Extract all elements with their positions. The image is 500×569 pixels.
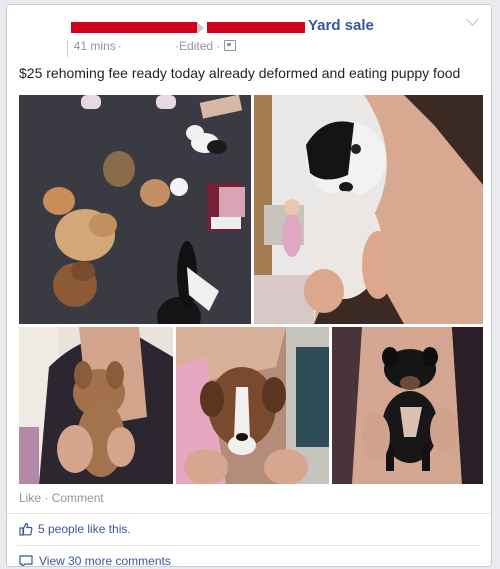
- view-more-comments-text: View 30 more comments: [39, 554, 171, 567]
- group-audience-icon[interactable]: [224, 40, 237, 51]
- comment-bubble-icon: [19, 554, 33, 566]
- divider: [17, 545, 481, 546]
- thumbs-up-icon: [19, 522, 33, 536]
- post-card: Yard sale 41 mins · ·Edited · $25 rehomin…: [6, 4, 492, 567]
- view-more-comments-link[interactable]: View 30 more comments: [19, 554, 171, 567]
- brown-puppy-held-photo[interactable]: [19, 327, 173, 484]
- black-white-puppy-held-photo[interactable]: [254, 95, 483, 324]
- divider: [7, 513, 491, 514]
- brown-white-puppy-photo[interactable]: [176, 327, 329, 484]
- photo-grid: [19, 95, 483, 485]
- group-name-link[interactable]: Yard sale: [308, 17, 374, 34]
- post-header: Yard sale 41 mins · ·Edited ·: [19, 13, 481, 57]
- arrow-icon: [197, 22, 204, 34]
- likes-text: 5 people like this.: [38, 522, 131, 536]
- post-actions: Like · Comment: [19, 491, 104, 505]
- meta-separator: ·: [117, 39, 122, 53]
- like-link[interactable]: Like: [19, 491, 41, 505]
- likes-summary[interactable]: 5 people like this.: [19, 522, 131, 536]
- redacted-group-prefix: [207, 22, 305, 33]
- actions-separator: ·: [41, 491, 52, 505]
- puppies-group-photo[interactable]: [19, 95, 251, 324]
- redacted-author-name: [71, 22, 197, 33]
- edited-link[interactable]: Edited: [179, 39, 213, 53]
- comment-link[interactable]: Comment: [52, 491, 104, 505]
- meta-separator-3: ·: [213, 39, 221, 53]
- post-meta: 41 mins · ·Edited ·: [67, 39, 237, 53]
- chevron-down-icon[interactable]: [466, 13, 479, 26]
- post-text: $25 rehoming fee ready today already def…: [19, 65, 461, 81]
- post-time-link[interactable]: 41 mins: [74, 39, 116, 53]
- black-puppy-held-photo[interactable]: [332, 327, 483, 484]
